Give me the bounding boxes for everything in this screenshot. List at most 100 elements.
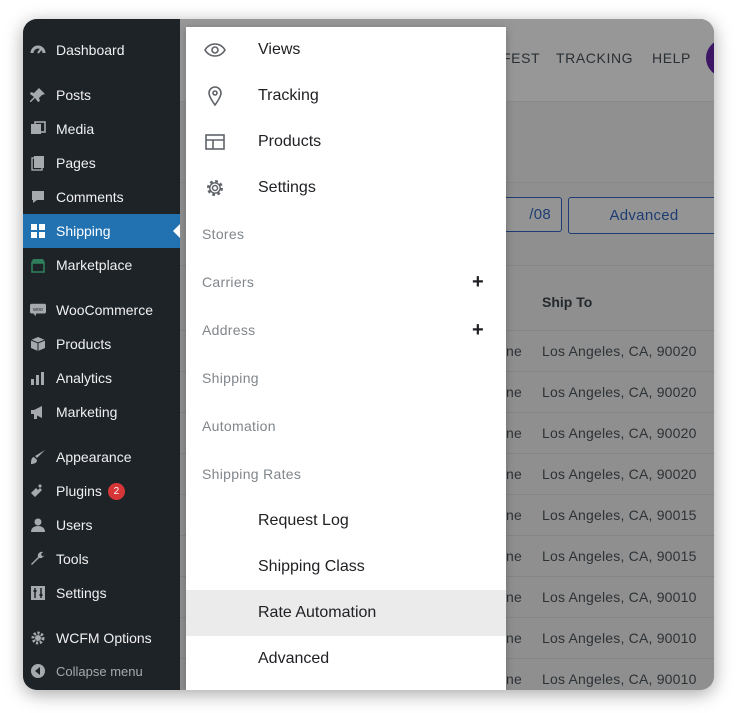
collapse-menu-label: Collapse menu — [56, 663, 143, 679]
svg-text:woo: woo — [33, 307, 43, 313]
menu-section-automation[interactable]: Automation — [186, 403, 506, 449]
media-icon — [30, 121, 46, 137]
collapse-menu-button[interactable]: Collapse menu — [23, 654, 180, 688]
menu-item-shipping-class[interactable]: Shipping Class — [186, 544, 506, 590]
menu-item-rate-automation[interactable]: Rate Automation — [186, 590, 506, 636]
sidebar-item-marketplace[interactable]: Marketplace — [23, 248, 180, 282]
comment-icon — [30, 189, 46, 205]
table-cell: ne — [506, 630, 522, 646]
sidebar-item-label: Marketplace — [56, 257, 133, 273]
nav-tracking-link[interactable]: TRACKING — [556, 50, 633, 66]
sidebar-item-plugins[interactable]: Plugins 2 — [23, 474, 180, 508]
sidebar-item-marketing[interactable]: Marketing — [23, 395, 180, 429]
sidebar-item-users[interactable]: Users — [23, 508, 180, 542]
menu-section-label: Address — [202, 322, 256, 338]
sidebar-item-label: Media — [56, 121, 95, 137]
table-cell: ne — [506, 548, 522, 564]
expand-carriers-icon[interactable]: + — [472, 271, 484, 294]
menu-item-label: Shipping Class — [258, 558, 365, 575]
sidebar-item-label: Posts — [56, 87, 92, 103]
menu-section-label: Carriers — [202, 274, 255, 290]
menu-item-label: Request Log — [258, 512, 349, 529]
sidebar-item-pages[interactable]: Pages — [23, 146, 180, 180]
sidebar-item-label: WCFM Options — [56, 630, 152, 646]
location-pin-icon — [204, 85, 226, 107]
menu-item-label: Tracking — [258, 87, 319, 104]
ship-to-cell: Los Angeles, CA, 90020 — [542, 343, 697, 359]
menu-section-label: Shipping — [202, 370, 259, 386]
advanced-filter-button[interactable]: Advanced — [568, 197, 714, 234]
sidebar-item-woocommerce[interactable]: woo WooCommerce — [23, 293, 180, 327]
settings-sliders-icon — [30, 585, 46, 601]
menu-section-shipping-rates[interactable]: Shipping Rates — [186, 451, 506, 497]
table-cell: ne — [506, 343, 522, 359]
app-window: Dashboard Posts Media Pages Comments Shi… — [23, 19, 714, 690]
menu-section-carriers[interactable]: Carriers + — [186, 259, 506, 305]
ship-to-cell: Los Angeles, CA, 90010 — [542, 630, 697, 646]
menu-item-advanced[interactable]: Advanced — [186, 636, 506, 682]
wrench-icon — [30, 551, 46, 567]
sidebar-item-label: Products — [56, 336, 112, 352]
menu-item-views[interactable]: Views — [186, 27, 506, 73]
gear-icon — [204, 177, 226, 199]
menu-section-label: Shipping Rates — [202, 466, 302, 482]
table-cell: ne — [506, 671, 522, 687]
sidebar-item-dashboard[interactable]: Dashboard — [23, 33, 180, 67]
menu-item-request-log[interactable]: Request Log — [186, 498, 506, 544]
sidebar-item-label: Appearance — [56, 449, 132, 465]
expand-address-icon[interactable]: + — [472, 319, 484, 342]
sidebar-item-shipping[interactable]: Shipping — [23, 214, 181, 248]
menu-item-label: Advanced — [258, 650, 330, 667]
sidebar-item-label: Comments — [56, 189, 124, 205]
pin-icon — [30, 87, 46, 103]
gear-icon — [30, 630, 46, 646]
shipping-flyout-menu: Views Tracking Products Settings Stores … — [186, 27, 506, 690]
user-icon — [30, 517, 46, 533]
menu-item-settings[interactable]: Settings — [186, 165, 506, 211]
avatar[interactable] — [706, 39, 714, 77]
table-cell: ne — [506, 589, 522, 605]
menu-section-stores[interactable]: Stores — [186, 211, 506, 257]
menu-section-address[interactable]: Address + — [186, 307, 506, 353]
sidebar-item-products[interactable]: Products — [23, 327, 180, 361]
grid-icon — [30, 223, 46, 239]
sidebar-item-label: Pages — [56, 155, 96, 171]
menu-item-products[interactable]: Products — [186, 119, 506, 165]
sidebar-item-label: Analytics — [56, 370, 113, 386]
table-layout-icon — [204, 131, 226, 153]
sidebar-item-label: Tools — [56, 551, 89, 567]
dashboard-icon — [30, 42, 46, 58]
menu-section-shipping[interactable]: Shipping — [186, 355, 506, 401]
sidebar-item-wcfm-options[interactable]: WCFM Options — [23, 621, 180, 655]
sidebar-item-label: Shipping — [56, 223, 111, 239]
menu-section-label: Stores — [202, 226, 245, 242]
sidebar-item-settings[interactable]: Settings — [23, 576, 180, 610]
brush-icon — [30, 449, 46, 465]
sidebar-item-label: Settings — [56, 585, 107, 601]
nav-help-link[interactable]: HELP — [652, 50, 691, 66]
bar-chart-icon — [30, 370, 46, 386]
table-cell: ne — [506, 384, 522, 400]
ship-to-cell: Los Angeles, CA, 90020 — [542, 425, 697, 441]
menu-item-tracking[interactable]: Tracking — [186, 73, 506, 119]
admin-sidebar: Dashboard Posts Media Pages Comments Shi… — [23, 19, 181, 690]
table-cell: ne — [506, 507, 522, 523]
ship-to-cell: Los Angeles, CA, 90020 — [542, 384, 697, 400]
ship-to-cell: Los Angeles, CA, 90010 — [542, 589, 697, 605]
pages-icon — [30, 155, 46, 171]
menu-section-label: Automation — [202, 418, 276, 434]
woo-icon: woo — [30, 302, 46, 318]
menu-item-label: Settings — [258, 179, 316, 196]
sidebar-item-posts[interactable]: Posts — [23, 78, 180, 112]
box-icon — [30, 336, 46, 352]
sidebar-item-label: Dashboard — [56, 42, 125, 58]
sidebar-item-analytics[interactable]: Analytics — [23, 361, 180, 395]
store-icon — [30, 257, 46, 273]
ship-to-cell: Los Angeles, CA, 90010 — [542, 671, 697, 687]
sidebar-item-comments[interactable]: Comments — [23, 180, 180, 214]
update-count-badge: 2 — [107, 482, 125, 500]
sidebar-item-appearance[interactable]: Appearance — [23, 440, 180, 474]
nav-manifest-link[interactable]: FEST — [502, 50, 540, 66]
sidebar-item-media[interactable]: Media — [23, 112, 180, 146]
sidebar-item-tools[interactable]: Tools — [23, 542, 180, 576]
